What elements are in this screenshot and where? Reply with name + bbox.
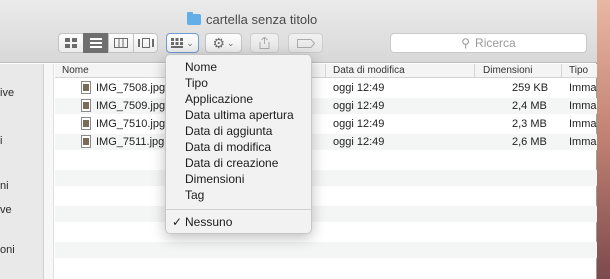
arrange-button[interactable]: ⌄ <box>166 33 199 53</box>
empty-row <box>55 206 597 222</box>
share-button[interactable] <box>250 33 279 53</box>
menu-item-none[interactable]: ✓ Nessuno <box>172 214 233 230</box>
icon-view-button[interactable] <box>58 33 83 53</box>
table-row[interactable]: IMG_7509.jpg oggi 12:49 2,4 MB Imma <box>55 98 597 114</box>
file-date: oggi 12:49 <box>333 82 385 94</box>
list-view-button[interactable] <box>83 33 108 53</box>
file-date: oggi 12:49 <box>333 118 385 130</box>
sidebar-item[interactable]: ive <box>0 87 14 99</box>
file-list: Nome Data di modifica Dimensioni Tipo IM… <box>55 64 597 279</box>
sidebar-item[interactable]: i <box>0 135 2 147</box>
file-size: 2,6 MB <box>512 136 547 148</box>
menu-item-tags[interactable]: Tag <box>185 187 204 203</box>
column-header-type[interactable]: Tipo <box>569 65 588 77</box>
image-file-icon <box>81 81 91 94</box>
empty-row <box>55 170 597 186</box>
column-header-date[interactable]: Data di modifica <box>333 65 405 77</box>
chevron-down-icon: ⌄ <box>227 37 235 48</box>
gear-icon: ⚙ <box>212 34 225 51</box>
empty-row <box>55 260 597 276</box>
columns-icon <box>114 38 128 48</box>
empty-row <box>55 188 597 204</box>
menu-item-date-modified[interactable]: Data di modifica <box>185 139 271 155</box>
sidebar-item[interactable]: ve <box>0 204 12 216</box>
empty-row <box>55 152 597 168</box>
menu-item-size[interactable]: Dimensioni <box>185 171 244 187</box>
tags-button[interactable] <box>288 33 323 53</box>
share-icon <box>259 37 270 49</box>
file-size: 2,3 MB <box>512 118 547 130</box>
view-mode-group <box>58 33 158 53</box>
arrange-grid-icon <box>171 38 184 48</box>
file-type: Imma <box>569 82 597 94</box>
search-icon: ⚲ <box>461 36 471 50</box>
table-row[interactable]: IMG_7510.jpg oggi 12:49 2,3 MB Imma <box>55 116 597 132</box>
file-name: IMG_7510.jpg <box>96 118 166 130</box>
window-title-text: cartella senza titolo <box>206 12 318 27</box>
sidebar-scrollbar[interactable] <box>44 64 54 279</box>
arrange-by-menu: Nome Tipo Applicazione Data ultima apert… <box>165 54 312 234</box>
empty-row <box>55 224 597 240</box>
file-size: 259 KB <box>512 82 549 94</box>
empty-row <box>55 242 597 258</box>
search-placeholder: Ricerca <box>475 36 516 50</box>
image-file-icon <box>81 135 91 148</box>
menu-item-kind[interactable]: Tipo <box>185 75 208 91</box>
window-title: cartella senza titolo <box>187 12 317 27</box>
file-name: IMG_7509.jpg <box>96 100 166 112</box>
file-size: 2,4 MB <box>512 100 547 112</box>
menu-item-name[interactable]: Nome <box>185 59 217 75</box>
folder-icon <box>187 12 201 25</box>
file-name: IMG_7511.jpg <box>96 136 165 148</box>
column-divider[interactable] <box>561 64 562 78</box>
column-view-button[interactable] <box>108 33 133 53</box>
column-header-size[interactable]: Dimensioni <box>483 65 532 77</box>
finder-window: cartella senza titolo ⌄ ⚙ ⌄ ⚲ Ricerca iv… <box>0 0 597 279</box>
sidebar: ive i ni ve oni <box>0 64 44 279</box>
column-divider[interactable] <box>325 64 326 78</box>
menu-item-none-label: Nessuno <box>185 215 233 229</box>
cover-flow-icon <box>137 38 154 48</box>
table-row[interactable]: IMG_7511.jpg oggi 12:49 2,6 MB Imma <box>55 134 597 150</box>
search-field[interactable]: ⚲ Ricerca <box>390 33 587 53</box>
grid-icon <box>65 38 77 48</box>
menu-item-date-created[interactable]: Data di creazione <box>185 155 278 171</box>
file-type: Imma <box>569 118 597 130</box>
file-name: IMG_7508.jpg <box>96 82 166 94</box>
column-header-name[interactable]: Nome <box>62 65 89 77</box>
file-date: oggi 12:49 <box>333 100 385 112</box>
column-divider[interactable] <box>474 64 475 78</box>
file-date: oggi 12:49 <box>333 136 385 148</box>
menu-item-date-added[interactable]: Data di aggiunta <box>185 123 272 139</box>
sidebar-item[interactable]: ni <box>0 180 9 192</box>
menu-item-date-last-opened[interactable]: Data ultima apertura <box>185 107 294 123</box>
sidebar-item[interactable]: oni <box>0 244 15 256</box>
menu-item-application[interactable]: Applicazione <box>185 91 253 107</box>
image-file-icon <box>81 117 91 130</box>
action-button[interactable]: ⚙ ⌄ <box>205 33 242 53</box>
file-type: Imma <box>569 100 597 112</box>
tag-icon <box>296 38 315 48</box>
chevron-down-icon: ⌄ <box>186 37 194 48</box>
menu-separator <box>166 209 311 210</box>
table-row[interactable]: IMG_7508.jpg oggi 12:49 259 KB Imma <box>55 80 597 96</box>
image-file-icon <box>81 99 91 112</box>
file-type: Imma <box>569 136 597 148</box>
list-icon <box>90 38 102 48</box>
checkmark-icon: ✓ <box>172 215 183 229</box>
list-header: Nome Data di modifica Dimensioni Tipo <box>55 64 597 78</box>
cover-flow-view-button[interactable] <box>133 33 158 53</box>
